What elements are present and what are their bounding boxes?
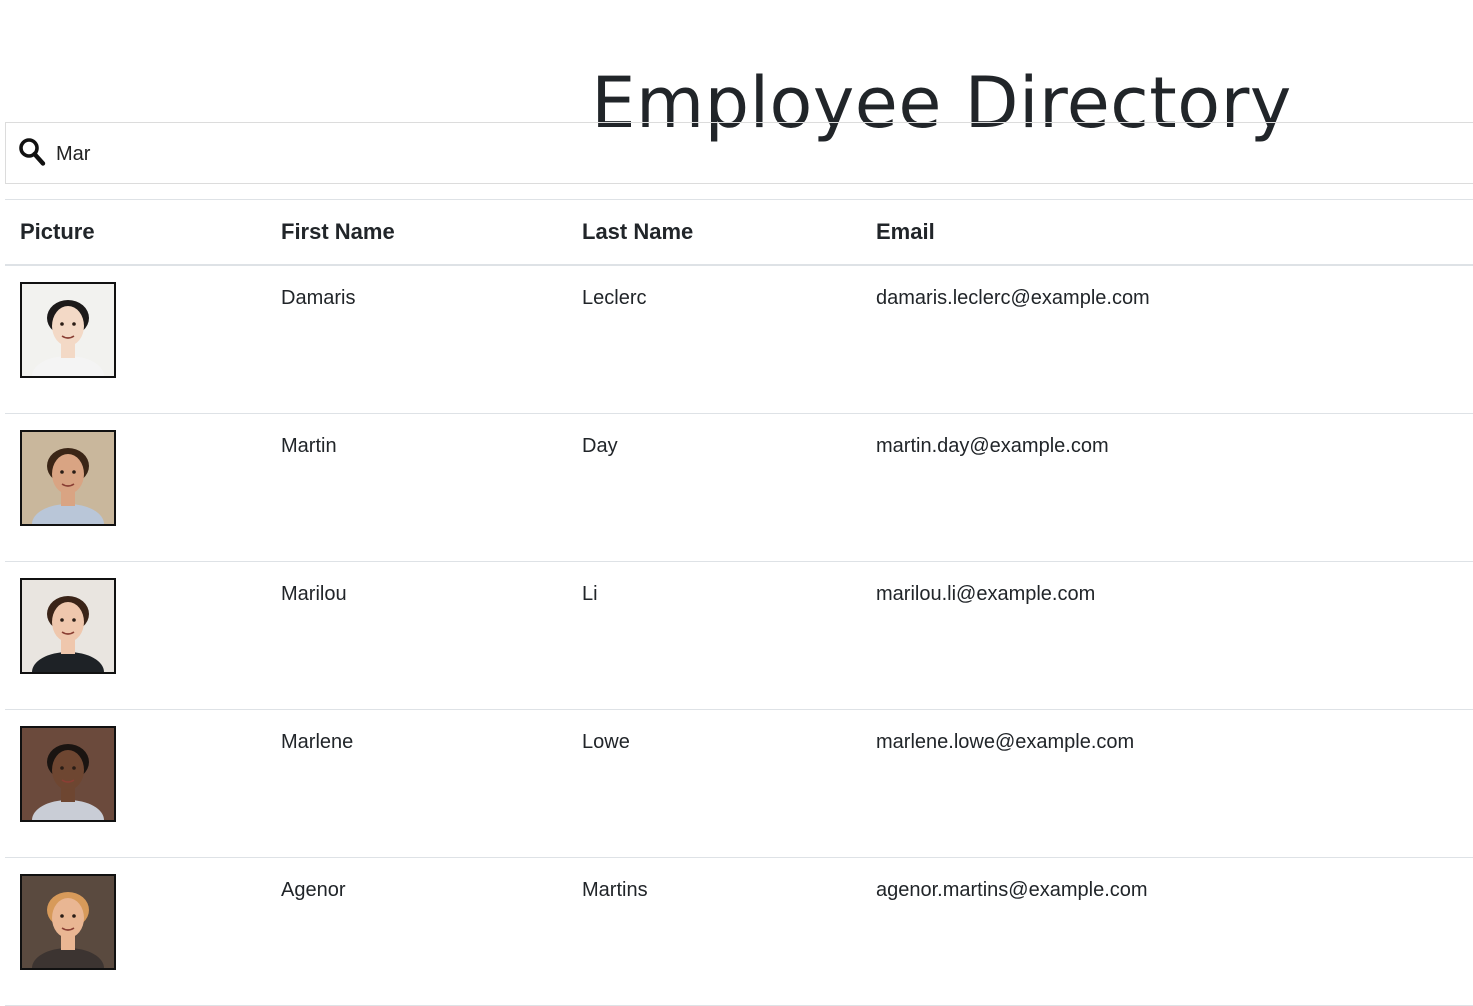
table-row: Martin Day martin.day@example.com [5,413,1473,562]
search-icon [18,137,46,167]
picture-cell [5,857,266,1006]
employee-photo [20,874,116,970]
last-name-cell: Day [567,413,861,562]
email-cell: agenor.martins@example.com [861,857,1473,1006]
employee-photo [20,578,116,674]
employee-photo [20,430,116,526]
last-name-cell: Lowe [567,709,861,858]
last-name-cell: Li [567,561,861,710]
email-cell: marlene.lowe@example.com [861,709,1473,858]
email-cell: marilou.li@example.com [861,561,1473,710]
last-name-cell: Martins [567,857,861,1006]
email-cell: martin.day@example.com [861,413,1473,562]
search-input[interactable] [56,135,1356,173]
table-row: Marilou Li marilou.li@example.com [5,561,1473,710]
first-name-cell: Marlene [266,709,567,858]
column-header-picture[interactable]: Picture [5,199,266,266]
first-name-cell: Damaris [266,265,567,414]
column-header-first-name[interactable]: First Name [266,199,567,266]
employee-table: Picture First Name Last Name Email Damar… [5,199,1473,1006]
picture-cell [5,413,266,562]
table-row: Damaris Leclerc damaris.leclerc@example.co… [5,265,1473,414]
first-name-cell: Martin [266,413,567,562]
table-header-row: Picture First Name Last Name Email [5,199,1473,266]
employee-photo [20,726,116,822]
picture-cell [5,709,266,858]
column-header-last-name[interactable]: Last Name [567,199,861,266]
picture-cell [5,561,266,710]
email-cell: damaris.leclerc@example.com [861,265,1473,414]
table-row: Marlene Lowe marlene.lowe@example.com [5,709,1473,858]
picture-cell [5,265,266,414]
employee-photo [20,282,116,378]
table-row: Agenor Martins agenor.martins@example.com [5,857,1473,1006]
search-bar [5,122,1473,184]
last-name-cell: Leclerc [567,265,861,414]
first-name-cell: Marilou [266,561,567,710]
column-header-email[interactable]: Email [861,199,1473,266]
first-name-cell: Agenor [266,857,567,1006]
